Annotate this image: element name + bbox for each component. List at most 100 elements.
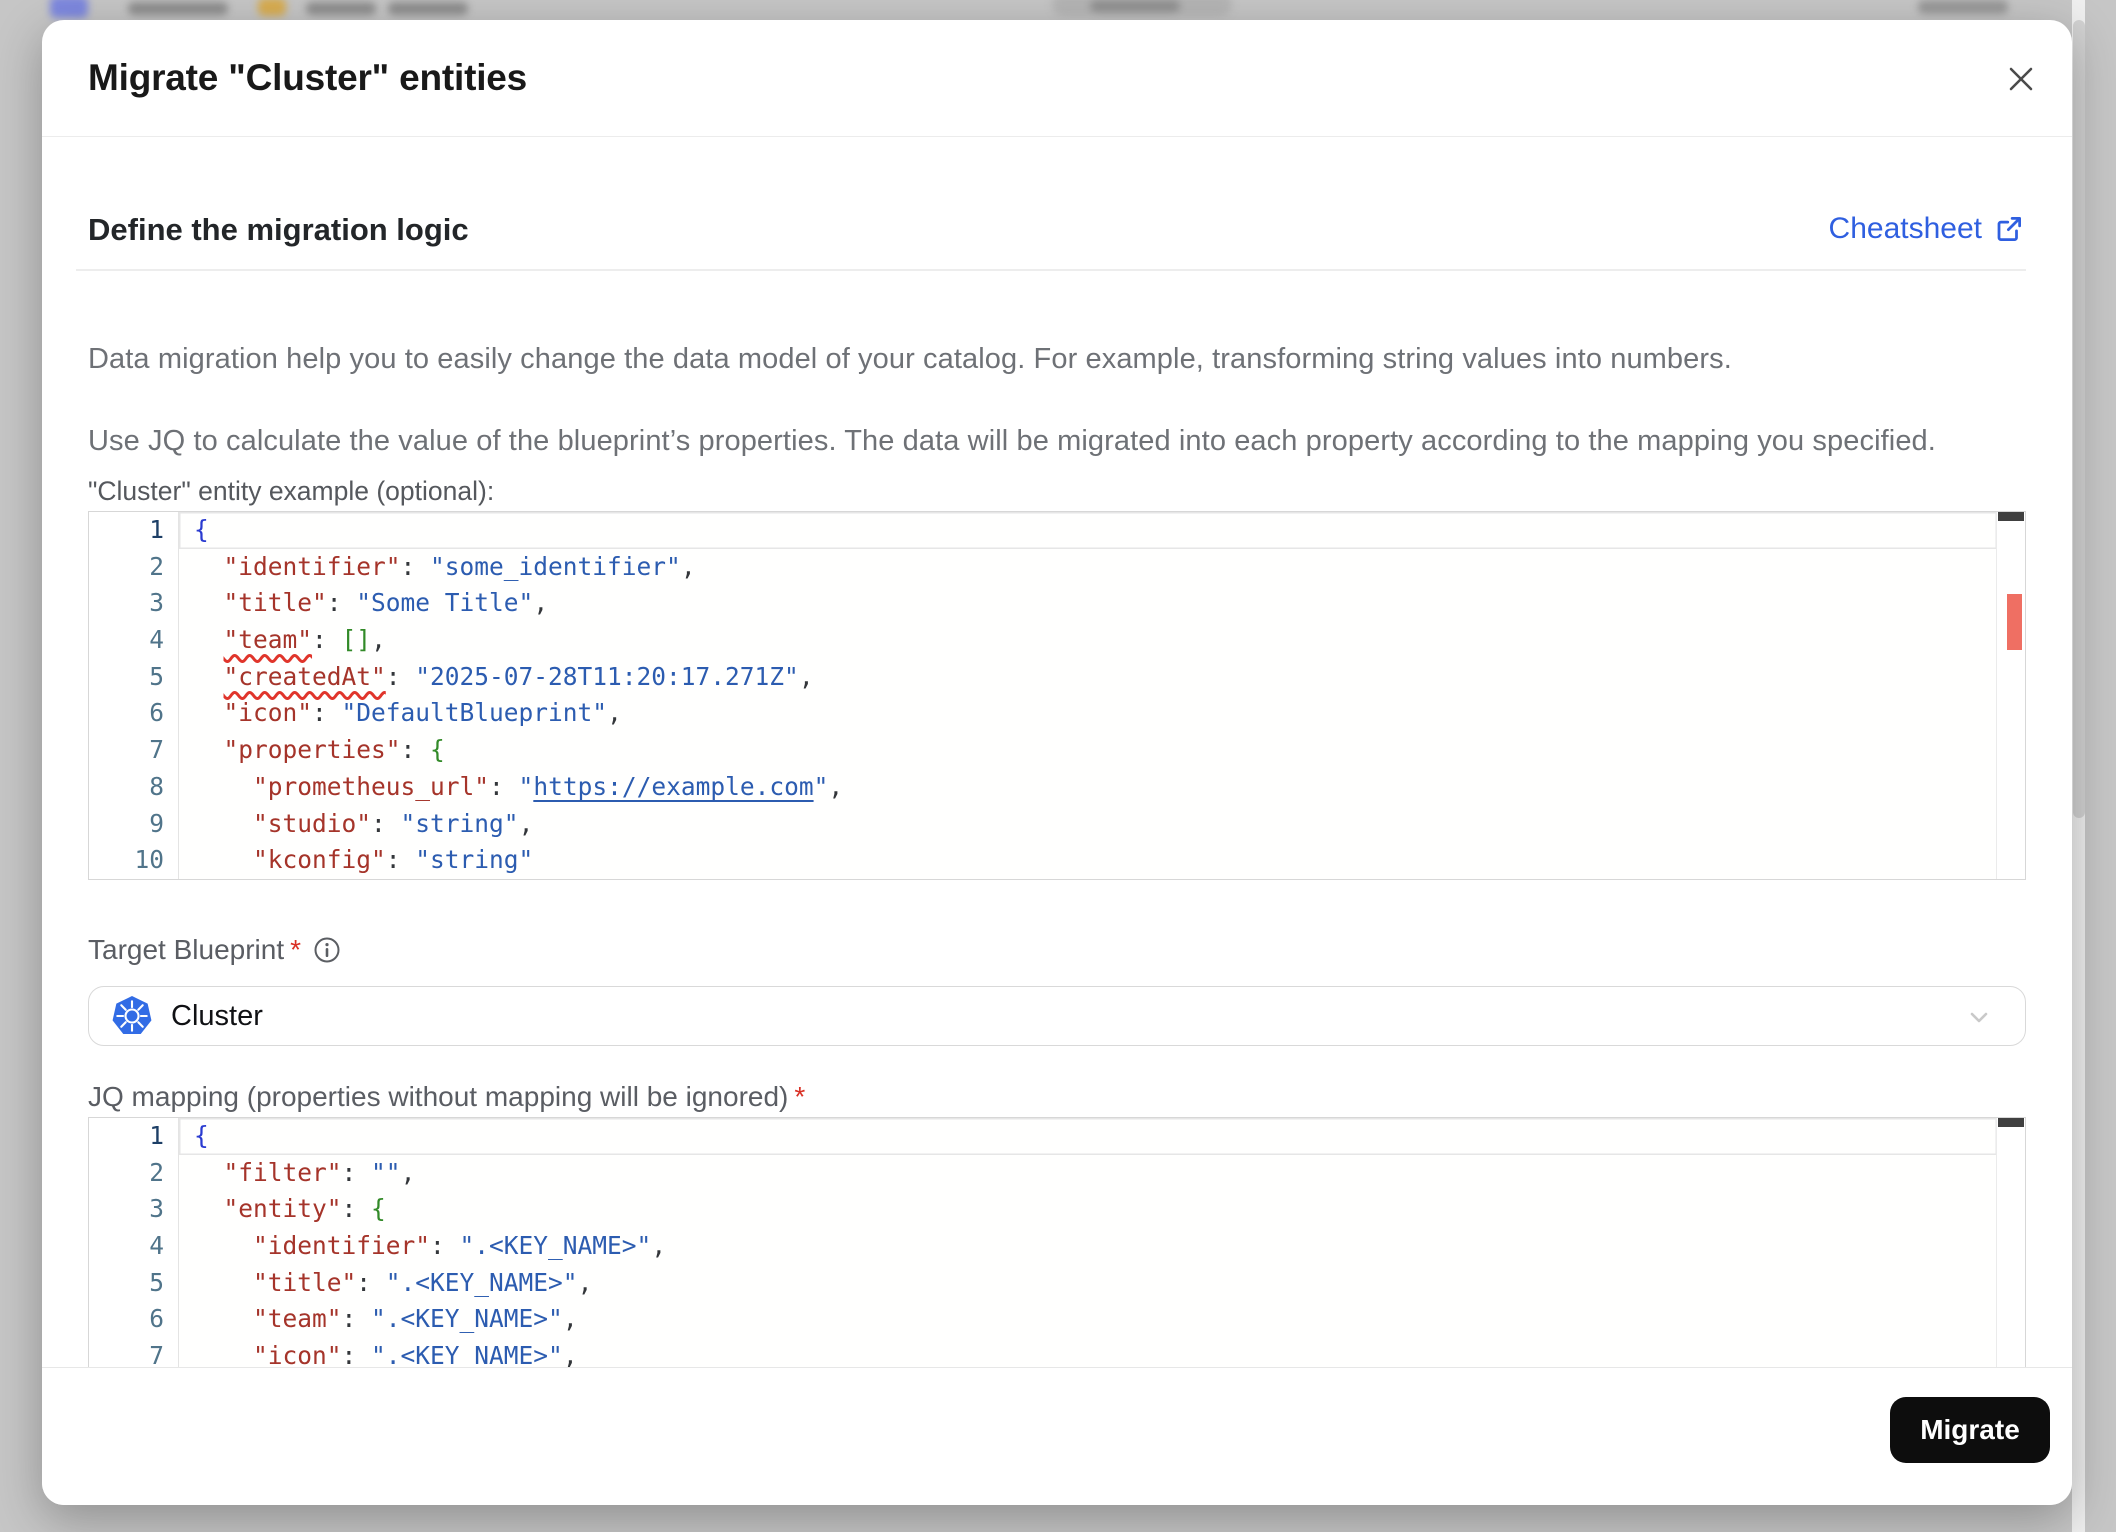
code-token: , [607, 698, 622, 728]
code-line[interactable]: 6 "icon": "DefaultBlueprint", [89, 695, 1997, 733]
code-token: "some_identifier" [430, 551, 681, 581]
error-marker-icon [2007, 594, 2022, 650]
line-number: 5 [89, 658, 179, 696]
code-token: "properties" [223, 735, 401, 765]
code-token: , [577, 1267, 593, 1297]
line-number: 3 [89, 1191, 179, 1229]
editor-scrollbar[interactable] [1996, 1118, 2025, 1368]
line-number: 3 [89, 585, 179, 623]
code-text: "team": ".<KEY_NAME>", [179, 1301, 1997, 1338]
code-token: "Some Title" [356, 588, 534, 618]
target-blueprint-select[interactable]: Cluster [88, 986, 2026, 1046]
close-button[interactable] [2000, 58, 2042, 100]
code-line[interactable]: 6 "team": ".<KEY_NAME>", [89, 1301, 1997, 1339]
cheatsheet-link[interactable]: Cheatsheet [1829, 212, 2024, 246]
migrate-button[interactable]: Migrate [1890, 1397, 2050, 1463]
code-line[interactable]: 1{ [89, 512, 1997, 549]
code-token: "icon" [223, 698, 313, 728]
migrate-entities-dialog: Migrate "Cluster" entities Define the mi… [42, 20, 2072, 1505]
jq-mapping-editor[interactable]: 1{2 "filter": "", 3 "entity": {4 "identif… [88, 1117, 2026, 1369]
code-line[interactable]: 1{ [89, 1118, 1997, 1155]
code-text: "identifier": ".<KEY_NAME>", [179, 1228, 1997, 1265]
info-icon[interactable] [313, 936, 341, 964]
dialog-footer: Migrate [42, 1367, 2072, 1505]
code-text: "studio": "string", [179, 806, 1997, 843]
code-text: "createdAt": "2025-07-28T11:20:17.271Z", [179, 659, 1997, 696]
description-paragraph-1: Data migration help you to easily change… [88, 343, 1732, 375]
code-line[interactable]: 3 "entity": { [89, 1191, 1997, 1229]
code-line[interactable]: 3 "title": "Some Title", [89, 585, 1997, 623]
line-number: 2 [89, 548, 179, 586]
code-text: "identifier": "some_identifier", [179, 549, 1997, 586]
code-line[interactable]: 7 "properties": { [89, 732, 1997, 769]
line-number: 8 [89, 768, 179, 806]
dialog-title: Migrate "Cluster" entities [88, 57, 528, 98]
code-token: "DefaultBlueprint" [341, 698, 608, 728]
code-text: "title": ".<KEY_NAME>", [179, 1265, 1997, 1302]
line-number: 5 [89, 1264, 179, 1302]
section-heading: Define the migration logic [88, 212, 469, 247]
code-token: : [400, 735, 431, 765]
code-token: : [430, 1231, 460, 1261]
code-token: , [798, 661, 814, 691]
code-token: , [562, 1304, 578, 1334]
code-line[interactable]: 5 "title": ".<KEY_NAME>", [89, 1264, 1997, 1302]
bg-search-text [1090, 0, 1180, 12]
code-line[interactable]: 2 "identifier": "some_identifier", [89, 548, 1997, 586]
code-line[interactable]: 4 "identifier": ".<KEY_NAME>", [89, 1228, 1997, 1265]
entity-example-editor[interactable]: 1{2 "identifier": "some_identifier", 3 "t… [88, 511, 2026, 880]
code-token: : [341, 1194, 372, 1224]
code-token: "studio" [253, 808, 372, 838]
code-line[interactable]: 4 "team": [], [89, 622, 1997, 659]
page-scrollbar-thumb[interactable] [2073, 20, 2085, 818]
code-text: "icon": ".<KEY_NAME>", [179, 1338, 1997, 1368]
code-token: { [430, 735, 445, 765]
code-token: : [341, 1304, 372, 1334]
code-token: "2025-07-28T11:20:17.271Z" [415, 661, 799, 691]
code-lines: 1{2 "identifier": "some_identifier", 3 "t… [89, 512, 1997, 879]
code-token: : [326, 588, 357, 618]
code-line[interactable]: 10 "kconfig": "string" [89, 842, 1997, 879]
external-link-icon [1997, 217, 2021, 241]
code-token: "createdAt" [223, 661, 386, 691]
code-token: "team" [223, 625, 313, 655]
code-line[interactable]: 8 "prometheus_url": "https://example.com… [89, 768, 1997, 806]
code-line[interactable]: 2 "filter": "", [89, 1154, 1997, 1192]
code-text: "properties": { [179, 732, 1997, 769]
code-token: { [194, 515, 209, 544]
code-token: "identifier" [253, 1231, 431, 1261]
bg-toolbar-icons [1918, 0, 2008, 14]
entity-example-label: "Cluster" entity example (optional): [88, 476, 495, 506]
code-text: "icon": "DefaultBlueprint", [179, 695, 1997, 732]
kubernetes-icon [112, 996, 152, 1034]
code-token: https://example.com [533, 771, 814, 801]
editor-scrollbar[interactable] [1996, 512, 2025, 879]
code-token: [] [341, 625, 372, 655]
screen: Migrate "Cluster" entities Define the mi… [0, 0, 2116, 1532]
line-number: 2 [89, 1154, 179, 1192]
jq-mapping-label-text: JQ mapping (properties without mapping w… [88, 1081, 789, 1112]
bg-nav-text-2 [306, 2, 376, 15]
code-token: , [828, 771, 844, 801]
code-token: : [341, 1157, 372, 1187]
code-line[interactable]: 7 "icon": ".<KEY_NAME>", [89, 1338, 1997, 1368]
code-line[interactable]: 5 "createdAt": "2025-07-28T11:20:17.271Z… [89, 658, 1997, 696]
code-token: " [518, 771, 534, 801]
code-token: , [371, 625, 386, 655]
code-line[interactable]: 9 "studio": "string", [89, 805, 1997, 843]
editor-scrollbar-thumb[interactable] [1998, 512, 2024, 521]
bg-folder-icon [258, 0, 286, 16]
cheatsheet-label: Cheatsheet [1828, 212, 1982, 245]
code-token: "title" [253, 1267, 357, 1297]
code-token: : [385, 661, 416, 691]
code-token: : [371, 808, 401, 838]
editor-scrollbar-thumb[interactable] [1998, 1118, 2024, 1127]
code-token: { [194, 1121, 209, 1150]
